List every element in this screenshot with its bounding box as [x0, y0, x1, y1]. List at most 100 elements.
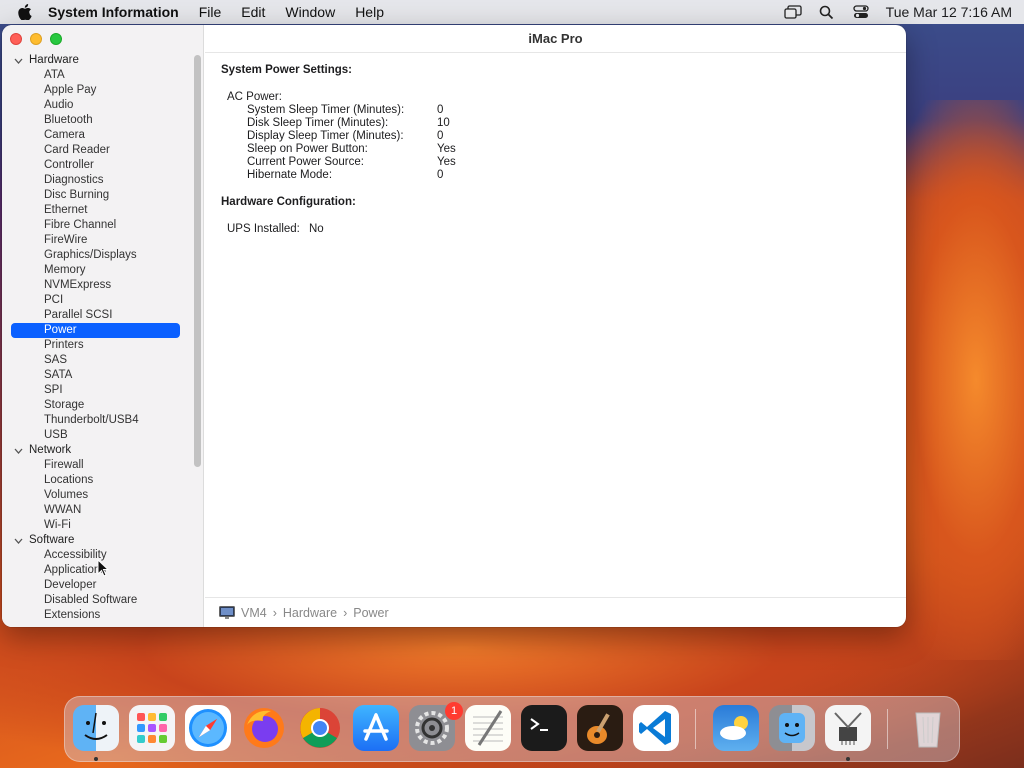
sidebar-item-power[interactable]: Power	[11, 323, 180, 338]
chevron-down-icon[interactable]	[14, 56, 24, 66]
menu-help[interactable]: Help	[355, 4, 384, 20]
breadcrumb: VM4 › Hardware › Power	[205, 597, 906, 627]
sidebar-group-label: Software	[29, 534, 75, 546]
sidebar-item-diagnostics[interactable]: Diagnostics	[2, 173, 204, 188]
trash-icon[interactable]	[905, 705, 951, 751]
ac-power-key: AC Power:	[227, 91, 282, 103]
sidebar-item-disabled-software[interactable]: Disabled Software	[2, 593, 204, 608]
migration-assistant-icon[interactable]	[769, 705, 815, 751]
sidebar-item-extensions[interactable]: Extensions	[2, 608, 204, 623]
sidebar-item-memory[interactable]: Memory	[2, 263, 204, 278]
breadcrumb-computer[interactable]: VM4	[241, 606, 267, 620]
sidebar-item-firewall[interactable]: Firewall	[2, 458, 204, 473]
mouse-cursor-icon	[97, 559, 109, 577]
sidebar-item-firewire[interactable]: FireWire	[2, 233, 204, 248]
ups-key: UPS Installed:	[227, 223, 300, 235]
minimize-button[interactable]	[30, 33, 42, 45]
sidebar-item-volumes[interactable]: Volumes	[2, 488, 204, 503]
sidebar: Hardware ATA Apple Pay Audio Bluetooth Camera…	[2, 25, 204, 627]
sidebar-item-usb[interactable]: USB	[2, 428, 204, 443]
terminal-icon[interactable]	[521, 705, 567, 751]
sidebar-item-card-reader[interactable]: Card Reader	[2, 143, 204, 158]
textedit-icon[interactable]	[465, 705, 511, 751]
ac-setting-row: Hibernate Mode: 0	[247, 169, 547, 182]
sidebar-group-network[interactable]: Network	[2, 443, 204, 458]
app-store-icon[interactable]	[353, 705, 399, 751]
finder-icon[interactable]	[73, 705, 119, 751]
sidebar-item-fibre-channel[interactable]: Fibre Channel	[2, 218, 204, 233]
menu-app-name[interactable]: System Information	[48, 4, 179, 20]
menu-clock[interactable]: Tue Mar 12 7:16 AM	[886, 4, 1012, 20]
sidebar-item-storage[interactable]: Storage	[2, 398, 204, 413]
detail-pane: iMac Pro System Power Settings: AC Power…	[205, 25, 906, 627]
chrome-icon[interactable]	[297, 705, 343, 751]
chevron-right-icon: ›	[343, 605, 348, 620]
sidebar-item-developer[interactable]: Developer	[2, 578, 204, 593]
sidebar-item-pci[interactable]: PCI	[2, 293, 204, 308]
spotlight-search-icon[interactable]	[818, 4, 836, 20]
sidebar-item-thunderbolt-usb4[interactable]: Thunderbolt/USB4	[2, 413, 204, 428]
firefox-icon[interactable]	[241, 705, 287, 751]
chevron-right-icon: ›	[272, 605, 277, 620]
ac-setting-key: Display Sleep Timer (Minutes):	[247, 130, 404, 142]
ac-setting-key: Hibernate Mode:	[247, 169, 333, 181]
ac-setting-value: 0	[437, 130, 444, 142]
sidebar-scrollbar[interactable]	[194, 55, 201, 467]
weather-icon[interactable]	[713, 705, 759, 751]
sidebar-item-bluetooth[interactable]: Bluetooth	[2, 113, 204, 128]
menu-edit[interactable]: Edit	[241, 4, 265, 20]
sidebar-item-controller[interactable]: Controller	[2, 158, 204, 173]
sidebar-item-spi[interactable]: SPI	[2, 383, 204, 398]
dock-divider	[887, 709, 888, 749]
menu-file[interactable]: File	[199, 4, 222, 20]
sidebar-item-ata[interactable]: ATA	[2, 68, 204, 83]
sidebar-group-label: Network	[29, 444, 72, 456]
dock-divider	[695, 709, 696, 749]
sidebar-group-hardware[interactable]: Hardware	[2, 53, 204, 68]
sidebar-item-wwan[interactable]: WWAN	[2, 503, 204, 518]
control-center-icon[interactable]	[852, 4, 870, 20]
notification-badge: 1	[445, 702, 463, 720]
sidebar-group-software[interactable]: Software	[2, 533, 204, 548]
system-information-icon[interactable]	[825, 705, 871, 751]
ac-setting-row: System Sleep Timer (Minutes): 0	[247, 104, 547, 117]
window-title: iMac Pro	[205, 25, 906, 53]
screen-mirroring-icon[interactable]	[784, 4, 802, 20]
safari-icon[interactable]	[185, 705, 231, 751]
computer-icon	[219, 605, 235, 620]
sidebar-item-sas[interactable]: SAS	[2, 353, 204, 368]
chevron-down-icon[interactable]	[14, 536, 24, 546]
breadcrumb-power[interactable]: Power	[353, 606, 388, 620]
ac-setting-value: 0	[437, 169, 444, 181]
ac-setting-key: Current Power Source:	[247, 156, 364, 168]
sidebar-item-camera[interactable]: Camera	[2, 128, 204, 143]
sidebar-item-wi-fi[interactable]: Wi-Fi	[2, 518, 204, 533]
dock: 1	[64, 696, 960, 762]
close-button[interactable]	[10, 33, 22, 45]
breadcrumb-hardware[interactable]: Hardware	[283, 606, 337, 620]
menu-bar: System Information File Edit Window Help…	[0, 0, 1024, 24]
zoom-button[interactable]	[50, 33, 62, 45]
sidebar-item-audio[interactable]: Audio	[2, 98, 204, 113]
ac-setting-value: Yes	[437, 143, 456, 155]
ups-value: No	[309, 223, 324, 235]
sidebar-item-printers[interactable]: Printers	[2, 338, 204, 353]
garageband-icon[interactable]	[577, 705, 623, 751]
sidebar-item-ethernet[interactable]: Ethernet	[2, 203, 204, 218]
menu-window[interactable]: Window	[285, 4, 335, 20]
ac-setting-value: Yes	[437, 156, 456, 168]
system-settings-icon[interactable]: 1	[409, 702, 463, 751]
vscode-icon[interactable]	[633, 705, 679, 751]
ac-setting-value: 0	[437, 104, 444, 116]
sidebar-item-nvmexpress[interactable]: NVMExpress	[2, 278, 204, 293]
sidebar-item-disc-burning[interactable]: Disc Burning	[2, 188, 204, 203]
sidebar-item-parallel-scsi[interactable]: Parallel SCSI	[2, 308, 204, 323]
sidebar-item-locations[interactable]: Locations	[2, 473, 204, 488]
sidebar-item-graphics-displays[interactable]: Graphics/Displays	[2, 248, 204, 263]
apple-menu-icon[interactable]	[18, 4, 34, 20]
sidebar-item-apple-pay[interactable]: Apple Pay	[2, 83, 204, 98]
sidebar-item-sata[interactable]: SATA	[2, 368, 204, 383]
ac-setting-row: Disk Sleep Timer (Minutes): 10	[247, 117, 547, 130]
launchpad-icon[interactable]	[129, 705, 175, 751]
chevron-down-icon[interactable]	[14, 446, 24, 456]
